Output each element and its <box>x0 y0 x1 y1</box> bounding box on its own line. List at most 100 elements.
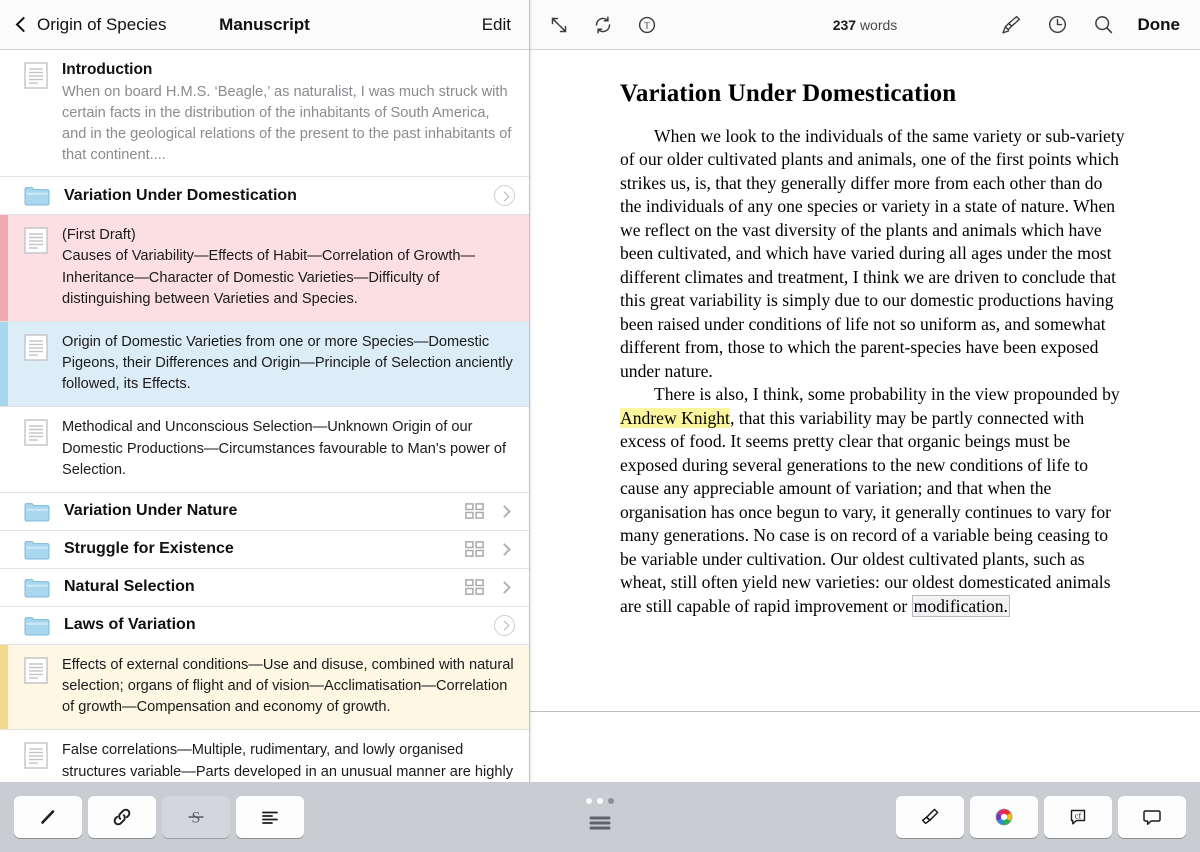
italic-pen-icon <box>35 804 61 830</box>
binder-folder-row[interactable]: Variation Under Domestication <box>0 177 529 215</box>
editor-toolbar-right: Done <box>1000 13 1181 36</box>
row-status-stripe <box>0 645 8 729</box>
folder-icon <box>24 539 50 560</box>
chevron-left-icon <box>16 17 32 33</box>
text-align-button[interactable] <box>236 796 304 838</box>
grid-view-icon[interactable] <box>465 579 484 595</box>
binder-document-row[interactable]: IntroductionWhen on board H.M.S. ‘Beagle… <box>0 50 529 177</box>
sync-icon[interactable] <box>592 14 614 36</box>
binder-document-row[interactable]: Effects of external conditions—Use and d… <box>0 645 529 730</box>
grid-view-icon[interactable] <box>465 503 484 519</box>
edit-button[interactable]: Edit <box>482 15 511 35</box>
paragraph-2-text-a: There is also, I think, some probability… <box>654 384 1120 404</box>
text-align-icon <box>257 804 283 830</box>
document-paragraph-1: When we look to the individuals of the s… <box>620 125 1125 383</box>
folder-label: Variation Under Nature <box>64 502 465 520</box>
three-dots-icon <box>586 798 614 804</box>
chevron-right-icon[interactable] <box>498 581 511 594</box>
folder-label: Variation Under Domestication <box>64 187 494 205</box>
paragraph-1-text: When we look to the individuals of the s… <box>620 126 1125 381</box>
binder-folder-row[interactable]: Struggle for Existence <box>0 531 529 569</box>
italic-pen-button[interactable] <box>14 796 82 838</box>
back-button[interactable]: Origin of Species <box>18 15 166 35</box>
annotated-word[interactable]: modification. <box>912 595 1010 617</box>
row-draft-label: (First Draft) <box>62 225 515 246</box>
comment-bubble-button[interactable] <box>1118 796 1186 838</box>
document-title: Variation Under Domestication <box>620 80 1125 108</box>
chevron-circle-icon[interactable] <box>494 185 515 206</box>
row-text: False correlations—Multiple, rudimentary… <box>62 740 515 782</box>
folder-label: Laws of Variation <box>64 616 494 634</box>
back-button-label: Origin of Species <box>37 15 166 35</box>
strikethrough-icon: S <box>183 804 209 830</box>
word-count-label: words <box>860 17 897 33</box>
row-text: Origin of Domestic Varieties from one or… <box>62 332 515 395</box>
link-button[interactable] <box>88 796 156 838</box>
highlighter-button[interactable] <box>896 796 964 838</box>
row-synopsis: False correlations—Multiple, rudimentary… <box>62 740 515 782</box>
color-wheel-button[interactable] <box>970 796 1038 838</box>
sidebar-navbar: Origin of Species Manuscript Edit <box>0 0 529 50</box>
binder-list[interactable]: IntroductionWhen on board H.M.S. ‘Beagle… <box>0 50 529 782</box>
word-count-number: 237 <box>833 17 856 33</box>
split-view: Origin of Species Manuscript Edit Introd… <box>0 0 1200 782</box>
folder-icon <box>24 577 50 598</box>
hamburger-lines-icon[interactable] <box>582 810 618 836</box>
binder-folder-row[interactable]: Laws of Variation <box>0 607 529 645</box>
svg-text:T: T <box>644 20 650 30</box>
search-icon[interactable] <box>1092 13 1115 36</box>
footnote-bubble-icon: cf <box>1065 804 1091 830</box>
typewriter-circle-icon[interactable]: T <box>636 14 658 36</box>
chevron-right-icon[interactable] <box>498 543 511 556</box>
binder-document-row[interactable]: Methodical and Unconscious Selection—Unk… <box>0 407 529 492</box>
folder-icon <box>24 185 50 206</box>
folder-icon <box>24 501 50 522</box>
format-bottom-bar: S <box>0 782 1200 852</box>
svg-text:S: S <box>192 810 201 827</box>
document-icon <box>24 227 48 254</box>
highlighter-icon <box>917 804 943 830</box>
row-synopsis: Causes of Variability—Effects of Habit—C… <box>62 246 515 309</box>
done-button[interactable]: Done <box>1138 15 1181 35</box>
folder-icon <box>24 615 50 636</box>
row-title: Introduction <box>62 60 515 80</box>
history-clock-icon[interactable] <box>1046 13 1069 36</box>
grid-view-icon[interactable] <box>465 541 484 557</box>
row-status-stripe <box>0 322 8 406</box>
color-wheel-icon <box>991 804 1017 830</box>
binder-document-row[interactable]: Origin of Domestic Varieties from one or… <box>0 322 529 407</box>
row-text: IntroductionWhen on board H.M.S. ‘Beagle… <box>62 60 515 165</box>
document-icon <box>24 742 48 769</box>
paintbrush-icon[interactable] <box>1000 13 1023 36</box>
chevron-circle-icon[interactable] <box>494 615 515 636</box>
editor-toolbar-left: T <box>548 14 658 36</box>
binder-folder-row[interactable]: Variation Under Nature <box>0 493 529 531</box>
footnote-bubble-button[interactable]: cf <box>1044 796 1112 838</box>
link-icon <box>109 804 135 830</box>
expand-arrows-icon[interactable] <box>548 14 570 36</box>
comment-bubble-icon <box>1139 804 1165 830</box>
row-synopsis: When on board H.M.S. ‘Beagle,’ as natura… <box>62 82 515 165</box>
editor-toolbar: T 237 words <box>530 0 1200 50</box>
row-status-stripe <box>0 215 8 321</box>
row-synopsis: Effects of external conditions—Use and d… <box>62 655 515 718</box>
editor-footer-divider <box>530 711 1200 712</box>
folder-label: Natural Selection <box>64 578 465 596</box>
folder-label: Struggle for Existence <box>64 540 465 558</box>
binder-sidebar: Origin of Species Manuscript Edit Introd… <box>0 0 530 782</box>
editor-pane: T 237 words <box>530 0 1200 782</box>
format-buttons-left: S <box>14 796 304 838</box>
chevron-right-icon[interactable] <box>498 505 511 518</box>
highlighted-text[interactable]: Andrew Knight <box>620 408 730 428</box>
editor-page[interactable]: Variation Under Domestication When we lo… <box>530 50 1200 782</box>
document-icon <box>24 419 48 446</box>
binder-document-row[interactable]: False correlations—Multiple, rudimentary… <box>0 730 529 782</box>
strikethrough-button[interactable]: S <box>162 796 230 838</box>
row-text: Methodical and Unconscious Selection—Unk… <box>62 417 515 480</box>
document-icon <box>24 657 48 684</box>
binder-folder-row[interactable]: Natural Selection <box>0 569 529 607</box>
binder-document-row[interactable]: (First Draft)Causes of Variability—Effec… <box>0 215 529 322</box>
document-icon <box>24 334 48 361</box>
document-icon <box>24 62 48 89</box>
row-text: (First Draft)Causes of Variability—Effec… <box>62 225 515 310</box>
